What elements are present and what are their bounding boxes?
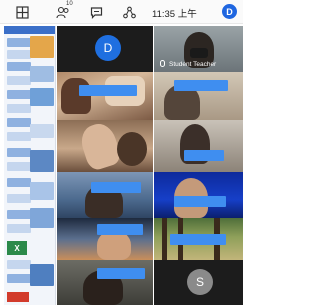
name-redaction bbox=[91, 182, 141, 193]
user-avatar[interactable]: D bbox=[222, 4, 237, 19]
shared-thumbnail bbox=[30, 264, 54, 286]
participant-silhouette bbox=[117, 132, 147, 166]
participants-count-badge: 10 bbox=[66, 1, 73, 7]
avatar: S bbox=[187, 269, 213, 295]
shared-thumbnail bbox=[30, 88, 54, 106]
participant-silhouette bbox=[61, 78, 91, 114]
video-tile[interactable] bbox=[154, 72, 243, 120]
chat-icon[interactable] bbox=[88, 4, 104, 20]
shared-thumbnail bbox=[30, 124, 54, 138]
gallery-view-icon[interactable] bbox=[14, 4, 30, 20]
video-tile[interactable] bbox=[57, 218, 153, 260]
video-tile-avatar-s[interactable]: S bbox=[154, 260, 243, 305]
shared-red-thumbnail bbox=[7, 292, 29, 302]
name-redaction bbox=[174, 80, 228, 91]
shared-file-row bbox=[7, 90, 31, 99]
spreadsheet-icon: X bbox=[7, 241, 27, 255]
video-tile[interactable] bbox=[57, 120, 153, 172]
face-mask bbox=[190, 48, 208, 58]
shared-thumbnail bbox=[30, 182, 54, 200]
video-tile[interactable] bbox=[57, 72, 153, 120]
clock-time: 11:35 上午 bbox=[152, 9, 197, 20]
tree-trunk bbox=[162, 218, 167, 260]
shared-file-row bbox=[7, 194, 31, 203]
shared-file-row bbox=[7, 132, 31, 141]
shared-file-row bbox=[7, 62, 31, 71]
name-redaction bbox=[79, 85, 137, 96]
shared-file-row bbox=[7, 224, 31, 233]
participants-icon bbox=[56, 6, 69, 18]
shared-file-row bbox=[7, 260, 31, 269]
name-redaction bbox=[184, 150, 224, 161]
shared-thumbnail bbox=[30, 36, 54, 58]
top-toolbar: 10 11:35 上午 D bbox=[0, 0, 243, 24]
shared-screen-panel[interactable]: X bbox=[4, 26, 56, 305]
video-tile-avatar-d[interactable]: D bbox=[57, 26, 153, 72]
shared-file-row bbox=[7, 118, 31, 127]
video-tile[interactable] bbox=[57, 172, 153, 218]
video-tile-student-teacher[interactable]: Student Teacher bbox=[154, 26, 243, 72]
shared-file-row bbox=[7, 162, 31, 171]
shared-file-row bbox=[7, 210, 31, 219]
shared-screen-titlebar bbox=[4, 26, 55, 34]
shared-file-row bbox=[7, 50, 31, 59]
name-redaction bbox=[174, 196, 226, 207]
name-redaction bbox=[97, 268, 145, 279]
participant-name-label: Student Teacher bbox=[169, 61, 217, 68]
shared-file-row bbox=[7, 148, 31, 157]
shared-file-row bbox=[7, 178, 31, 187]
video-tile[interactable] bbox=[57, 260, 153, 305]
video-tile[interactable] bbox=[154, 172, 243, 218]
name-redaction bbox=[170, 234, 226, 245]
name-redaction bbox=[97, 224, 143, 235]
share-icon[interactable] bbox=[121, 4, 137, 20]
shared-thumbnail bbox=[30, 208, 54, 228]
video-tile[interactable] bbox=[154, 120, 243, 172]
shared-file-row bbox=[7, 274, 31, 283]
participant-hand bbox=[77, 120, 123, 172]
shared-file-row bbox=[7, 104, 31, 113]
shared-thumbnail bbox=[30, 150, 54, 172]
shared-thumbnail bbox=[30, 66, 54, 82]
video-tile[interactable] bbox=[154, 218, 243, 260]
avatar: D bbox=[95, 35, 121, 61]
shared-file-row bbox=[7, 76, 31, 85]
shared-file-row bbox=[7, 38, 31, 47]
microphone-icon bbox=[160, 60, 165, 67]
participants-button[interactable]: 10 bbox=[55, 1, 73, 20]
